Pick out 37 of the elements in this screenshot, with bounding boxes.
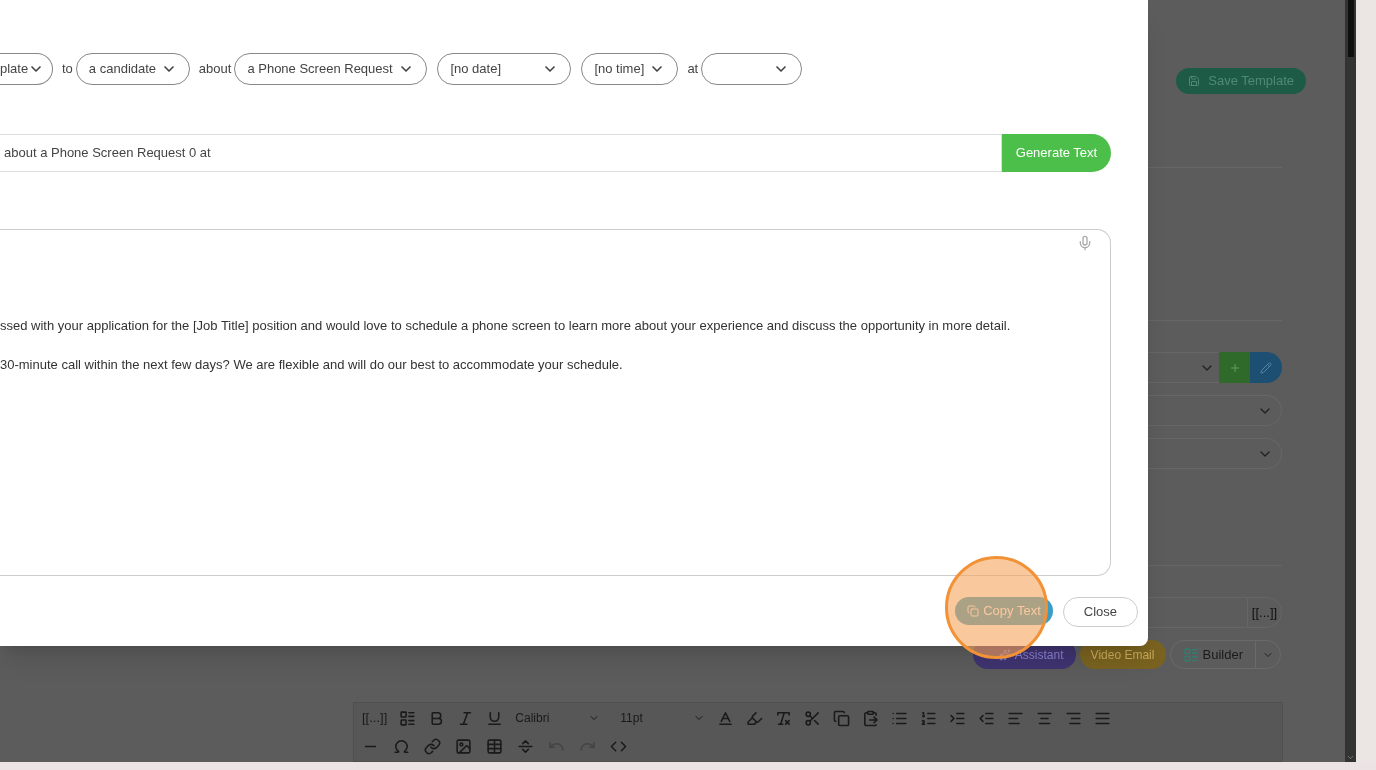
save-icon: [1188, 75, 1201, 87]
cut-icon[interactable]: [804, 709, 822, 727]
connector-word: about: [198, 60, 232, 79]
page-break-icon[interactable]: [517, 737, 534, 755]
builder-icon: [1182, 646, 1199, 663]
generate-text-button[interactable]: Generate Text: [1002, 134, 1111, 172]
paste-icon[interactable]: [862, 709, 880, 727]
message-text: 30-minute call within the next few days? We are flexible and will do our best to accommodate your schedule.: [0, 356, 624, 374]
connector-word: at: [687, 60, 699, 79]
template-icon[interactable]: [399, 709, 417, 727]
microphone-icon[interactable]: [1077, 235, 1093, 251]
tag-button[interactable]: [[...]]: [362, 708, 388, 728]
copy-text-button[interactable]: Copy Text: [955, 597, 1053, 625]
omega-icon[interactable]: [393, 737, 410, 755]
font-select[interactable]: Calibri: [515, 709, 601, 727]
image-icon[interactable]: [455, 737, 472, 755]
edit-button[interactable]: [1250, 352, 1282, 383]
table-icon[interactable]: [486, 737, 503, 755]
connector-word: to: [62, 60, 73, 79]
scroll-down-icon[interactable]: [1346, 753, 1355, 762]
scrollbar[interactable]: [1345, 0, 1356, 762]
size-select[interactable]: 11pt: [620, 709, 706, 727]
numbered-list-icon[interactable]: [920, 709, 938, 727]
plus-icon: [1228, 361, 1241, 374]
link-icon[interactable]: [424, 737, 441, 755]
message-text: ssed with your application for the [Job Title] position and would love to schedule a phone screen to learn more about your experience and discuss the opportunity in more detail.: [0, 317, 1012, 335]
clear-format-icon[interactable]: [775, 709, 793, 727]
copy-icon: [967, 605, 980, 617]
sparkle-icon: [998, 648, 1011, 661]
copy-icon[interactable]: [833, 709, 851, 727]
highlight-icon[interactable]: [746, 709, 764, 727]
prompt-field[interactable]: about a Phone Screen Request 0 at: [0, 134, 1002, 172]
pencil-icon: [1260, 361, 1272, 374]
underline-icon[interactable]: [486, 709, 504, 727]
text-color-icon[interactable]: [717, 709, 735, 727]
message-textarea[interactable]: [0, 229, 1111, 576]
add-button[interactable]: [1219, 352, 1250, 383]
